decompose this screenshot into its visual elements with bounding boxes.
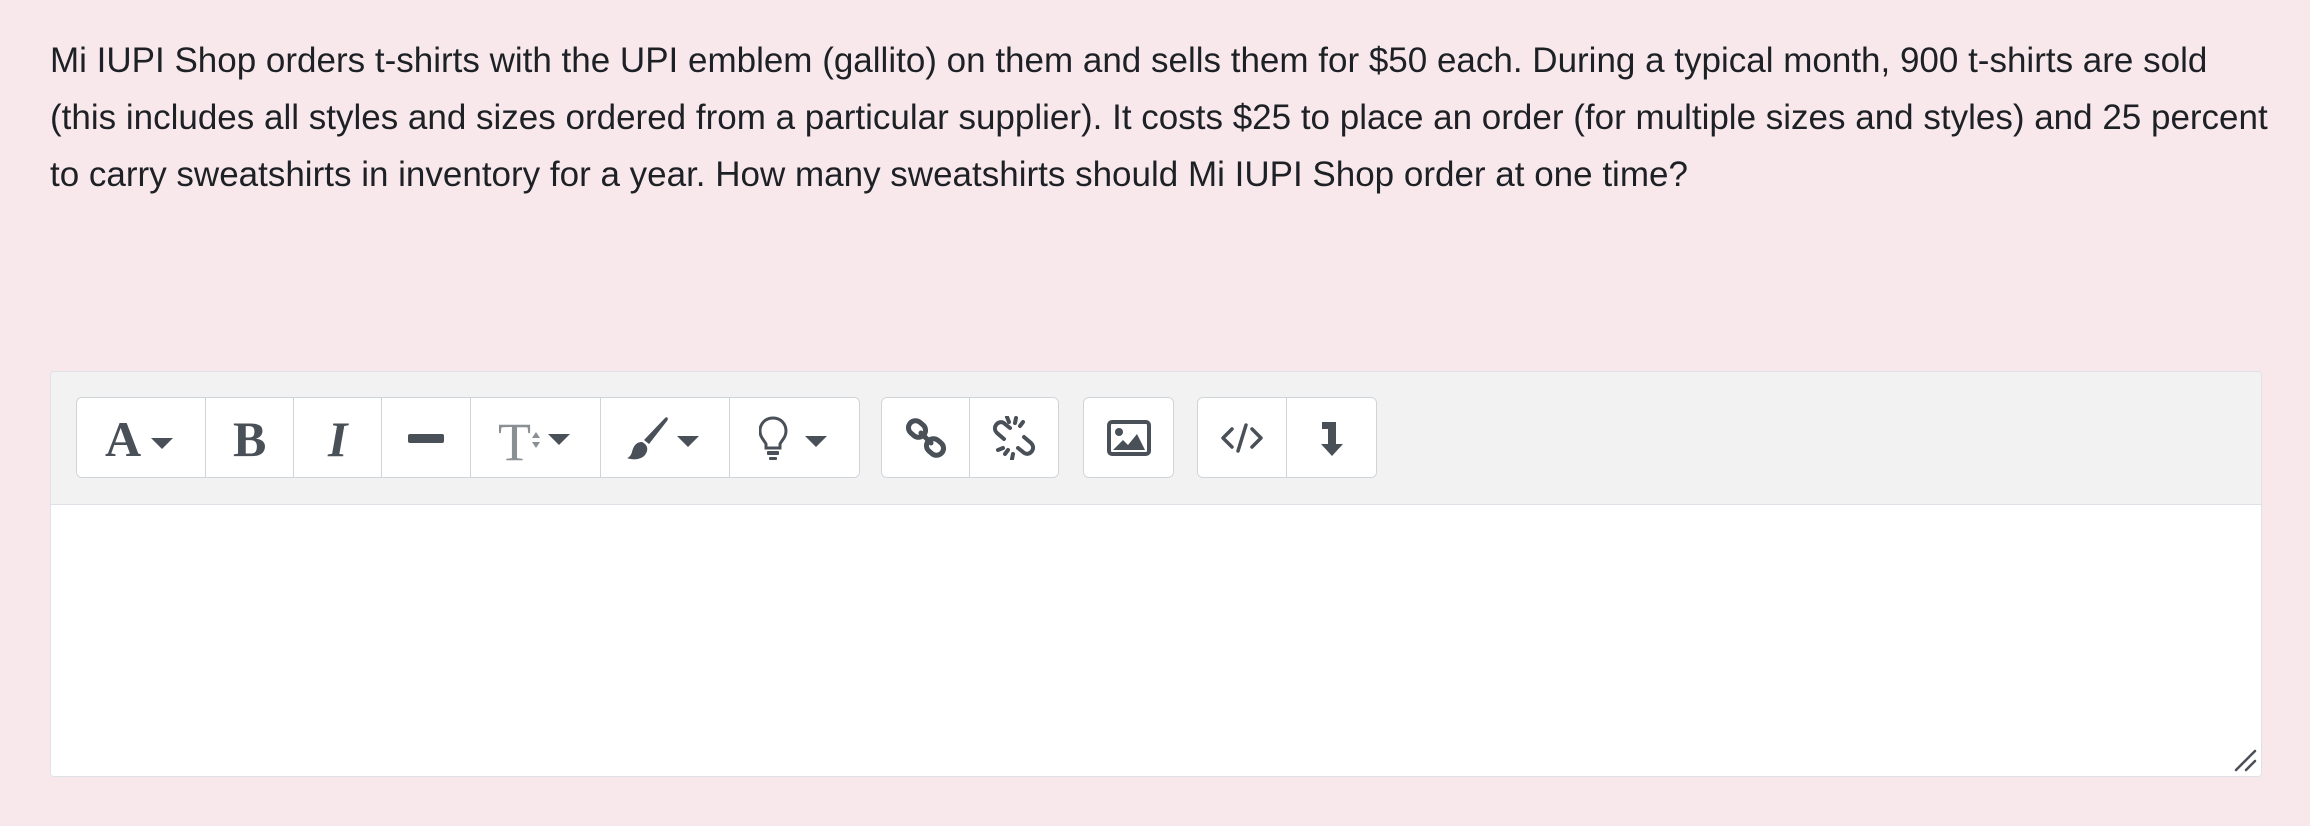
- font-size-button[interactable]: T: [471, 398, 601, 477]
- font-style-icon: A: [105, 416, 173, 460]
- font-size-icon: T: [498, 412, 570, 464]
- svg-text:I: I: [327, 414, 349, 462]
- highlight-button[interactable]: [730, 398, 859, 477]
- link-button[interactable]: [882, 398, 970, 477]
- html-source-button[interactable]: [1198, 398, 1287, 477]
- toolbar-group-links: [881, 397, 1059, 478]
- resize-handle-icon[interactable]: [2233, 748, 2259, 774]
- insert-below-icon: [1320, 421, 1343, 456]
- font-style-button[interactable]: A: [77, 398, 206, 477]
- svg-text:B: B: [233, 414, 266, 462]
- link-icon: [905, 417, 946, 458]
- bold-icon: B: [233, 414, 266, 462]
- unlink-button[interactable]: [970, 398, 1058, 477]
- svg-text:A: A: [105, 416, 141, 460]
- toolbar-group-media: [1083, 397, 1174, 478]
- image-icon: [1106, 419, 1151, 456]
- horizontal-rule-icon: [408, 433, 444, 443]
- question-text: Mi IUPI Shop orders t-shirts with the UP…: [50, 41, 2268, 194]
- italic-icon: I: [327, 414, 349, 462]
- editor-content-area[interactable]: [51, 505, 2261, 776]
- unlink-icon: [992, 415, 1036, 460]
- toolbar-group-code: [1197, 397, 1377, 478]
- svg-text:T: T: [498, 412, 531, 464]
- lightbulb-icon: [758, 415, 827, 460]
- insert-below-button[interactable]: [1287, 398, 1376, 477]
- toolbar-group-format: A B I T: [76, 397, 860, 478]
- paint-brush-icon: [627, 416, 699, 459]
- code-icon: [1221, 422, 1263, 453]
- italic-button[interactable]: I: [294, 398, 382, 477]
- answer-editor: A B I T: [50, 371, 2262, 777]
- image-button[interactable]: [1084, 398, 1173, 477]
- bold-button[interactable]: B: [206, 398, 294, 477]
- horizontal-rule-button[interactable]: [382, 398, 471, 477]
- editor-toolbar: A B I T: [51, 372, 2261, 505]
- text-color-button[interactable]: [601, 398, 730, 477]
